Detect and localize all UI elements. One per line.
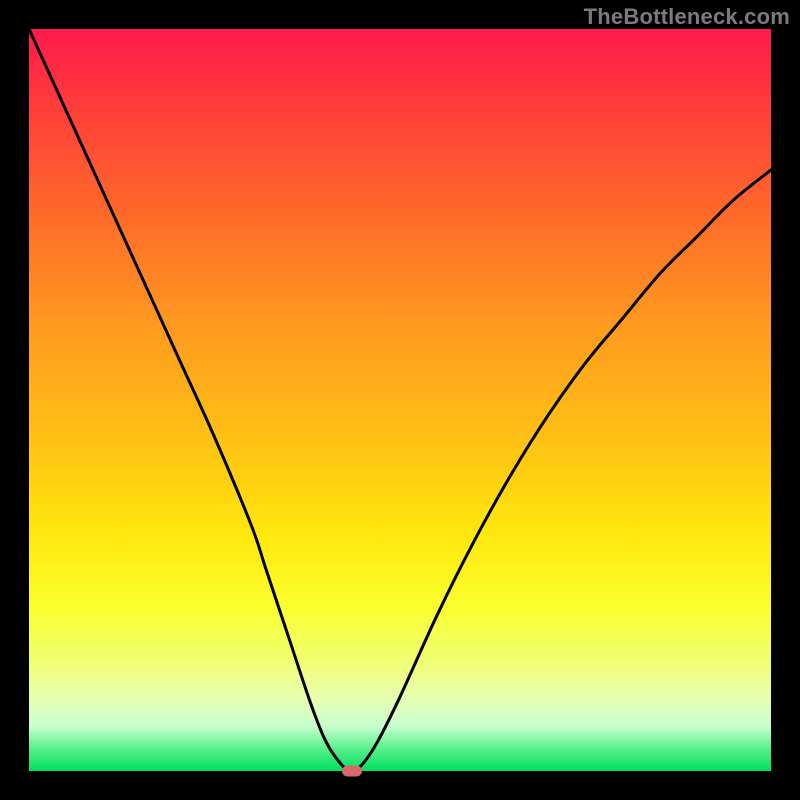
minimum-marker (342, 766, 362, 777)
curve-layer (29, 29, 771, 771)
chart-frame: TheBottleneck.com (0, 0, 800, 800)
plot-area (29, 29, 771, 771)
watermark-text: TheBottleneck.com (584, 4, 790, 30)
bottleneck-curve (29, 29, 771, 771)
